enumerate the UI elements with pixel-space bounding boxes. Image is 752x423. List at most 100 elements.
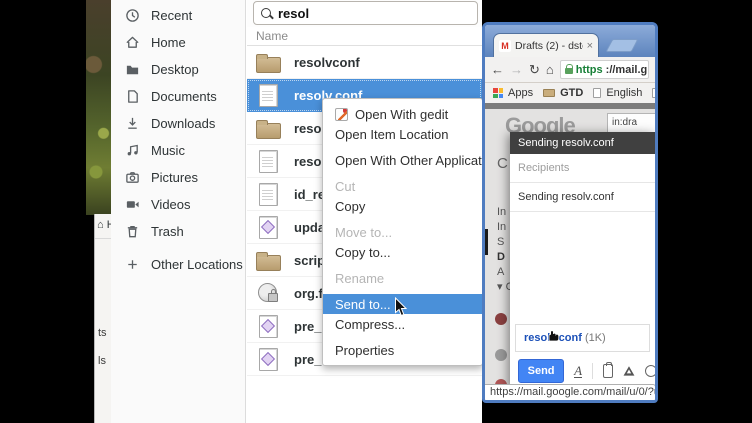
address-bar[interactable]: https ://mail.g (560, 60, 649, 79)
menu-item-open-with-other-application[interactable]: Open With Other Application (323, 150, 482, 170)
menu-item-copy-to[interactable]: Copy to... (323, 242, 482, 262)
tab-title: Drafts (2) - dsteele@ (515, 40, 583, 52)
search-input[interactable]: resol (253, 1, 478, 25)
attach-files-icon[interactable] (603, 364, 613, 378)
send-button[interactable]: Send (518, 359, 564, 383)
contact-avatar (495, 349, 507, 361)
recipients-field[interactable]: Recipients (510, 154, 655, 183)
bookmarks-bar: Apps GTD English S (485, 83, 655, 103)
gmail-favicon: M (499, 40, 511, 52)
new-tab-button[interactable] (606, 39, 639, 52)
background-window-fragment: ⌂ Ho ts ls (94, 214, 112, 423)
status-bar-url: https://mail.google.com/mail/u/0/?ui (485, 384, 655, 400)
menu-item-cut: Cut (323, 176, 482, 196)
desktop-wallpaper (86, 0, 111, 215)
bookmark-page-icon (593, 88, 601, 98)
attachment-chip[interactable]: resolv.conf (1K) (515, 324, 650, 352)
recent-icon (125, 8, 140, 23)
bookmark-gtd[interactable]: GTD (560, 87, 583, 99)
home-icon[interactable]: ⌂ (546, 63, 554, 76)
context-menu: Open With gedit Open Item Location Open … (322, 98, 483, 366)
url-text: ://mail.g (606, 64, 648, 76)
scrollbar-thumb[interactable] (485, 229, 488, 255)
bookmark-english[interactable]: English (606, 87, 642, 99)
search-value: resol (278, 6, 309, 21)
sidebar-item-label: Documents (151, 89, 217, 104)
compose-title-bar[interactable]: Sending resolv.conf (510, 132, 655, 154)
sidebar-item-label: Music (151, 143, 185, 158)
files-sidebar: Recent Home Desktop Documents Downloads … (111, 0, 246, 423)
gmail-top-strip (485, 103, 655, 109)
text-file-icon (255, 181, 281, 207)
search-icon (261, 8, 271, 18)
sidebar-item-recent[interactable]: Recent (111, 2, 245, 29)
menu-item-open-item-location[interactable]: Open Item Location (323, 124, 482, 144)
subject-field[interactable]: Sending resolv.conf (510, 183, 655, 212)
https-lock-icon (565, 68, 573, 74)
menu-item-label: Move to... (335, 225, 392, 240)
folder-icon (255, 49, 281, 75)
folder-icon (255, 247, 281, 273)
compose-button-fragment[interactable]: C (497, 155, 508, 172)
text-file-icon (255, 82, 281, 108)
sidebar-item-label: Recent (151, 8, 192, 23)
sidebar-item-label: Desktop (151, 62, 199, 77)
compose-body[interactable] (510, 212, 655, 324)
menu-item-label: Send to... (335, 297, 391, 312)
contact-avatar (495, 313, 507, 325)
trash-icon (125, 224, 140, 239)
menu-item-label: Open With gedit (355, 107, 448, 122)
sidebar-item-label: Home (151, 35, 186, 50)
menu-item-properties[interactable]: Properties (323, 340, 482, 360)
menu-item-label: Cut (335, 179, 355, 194)
url-scheme: https (576, 64, 603, 76)
screen: ⌂ Ho ts ls Recent Home Desktop Documents (0, 0, 752, 423)
mouse-cursor-arrow (394, 297, 408, 322)
file-row[interactable]: resolvconf (247, 46, 482, 79)
forward-icon[interactable]: → (510, 63, 523, 76)
insert-photo-icon-fragment[interactable] (645, 365, 655, 377)
downloads-icon (125, 116, 140, 131)
sidebar-item-music[interactable]: Music (111, 137, 245, 164)
formatting-options-icon[interactable]: A (574, 364, 582, 378)
gmail-page: Google in:dra C In In S D A ▾ C Matthew,… (485, 103, 655, 400)
gmail-search-input[interactable]: in:dra (607, 113, 655, 133)
menu-item-rename: Rename (323, 268, 482, 288)
apps-grid-icon[interactable] (493, 88, 503, 98)
background-text-fragment: ls (98, 355, 106, 367)
video-icon (125, 197, 140, 212)
sidebar-item-pictures[interactable]: Pictures (111, 164, 245, 191)
compose-window: Sending resolv.conf Recipients Sending r… (510, 132, 655, 390)
sidebar-item-documents[interactable]: Documents (111, 83, 245, 110)
sidebar-item-videos[interactable]: Videos (111, 191, 245, 218)
sidebar-item-label: Videos (151, 197, 191, 212)
sidebar-item-other-locations[interactable]: Other Locations (111, 251, 245, 278)
menu-item-copy[interactable]: Copy (323, 196, 482, 216)
menu-item-label: Copy to... (335, 245, 391, 260)
drive-icon[interactable] (623, 365, 635, 377)
sidebar-item-label: Trash (151, 224, 184, 239)
sidebar-item-desktop[interactable]: Desktop (111, 56, 245, 83)
text-file-icon (255, 148, 281, 174)
desktop-folder-icon (125, 62, 140, 77)
bookmark-apps[interactable]: Apps (508, 87, 533, 99)
menu-item-open-with-gedit[interactable]: Open With gedit (323, 104, 482, 124)
script-file-icon (255, 346, 281, 372)
music-icon (125, 143, 140, 158)
sidebar-item-downloads[interactable]: Downloads (111, 110, 245, 137)
list-column-header[interactable]: Name (247, 27, 482, 46)
divider (592, 363, 593, 379)
plus-icon (125, 257, 140, 272)
tab-close-icon[interactable]: × (587, 40, 593, 52)
back-icon[interactable]: ← (491, 63, 504, 76)
sidebar-item-trash[interactable]: Trash (111, 218, 245, 245)
menu-item-move-to: Move to... (323, 222, 482, 242)
script-file-icon (255, 214, 281, 240)
refresh-icon[interactable]: ↻ (529, 63, 540, 76)
sidebar-item-home[interactable]: Home (111, 29, 245, 56)
chrome-toolbar: ← → ↻ ⌂ https ://mail.g (485, 57, 655, 83)
bookmark-folder-icon (543, 89, 555, 97)
script-file-icon (255, 313, 281, 339)
document-icon (125, 89, 140, 104)
browser-tab[interactable]: M Drafts (2) - dsteele@ × (493, 33, 599, 57)
